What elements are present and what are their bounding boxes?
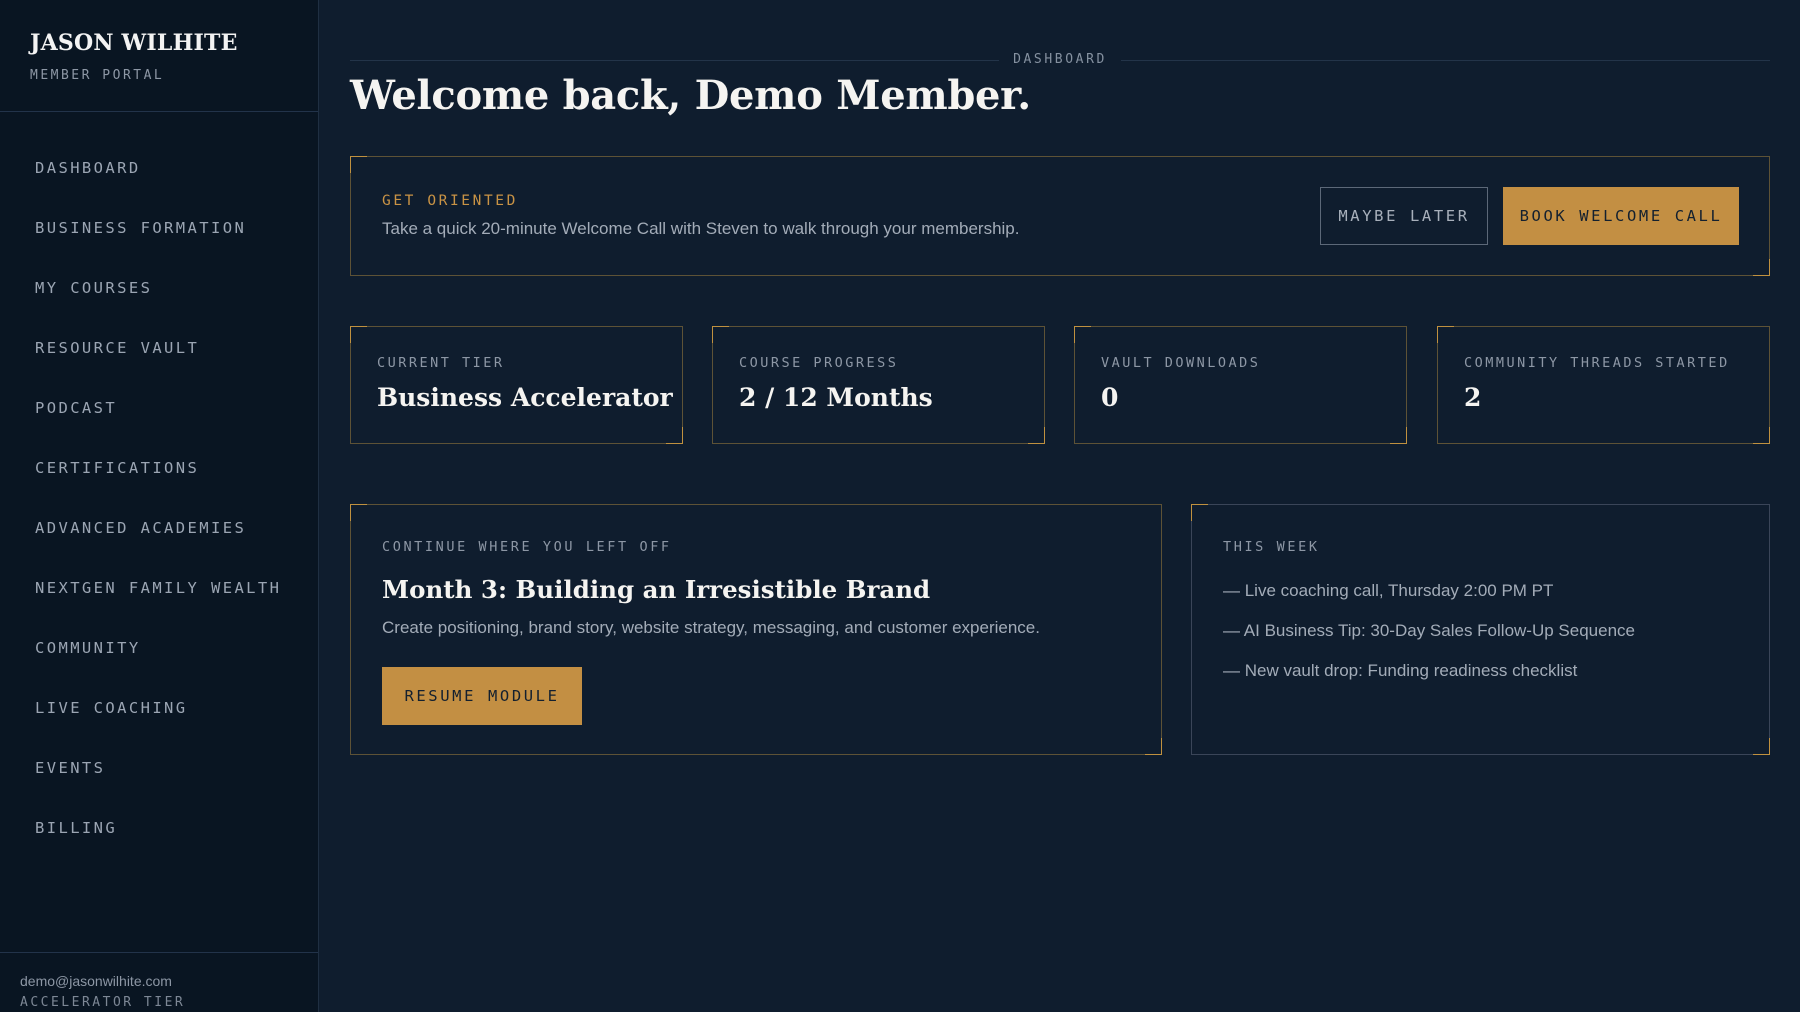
sidebar-item-billing[interactable]: BILLING [0,798,318,858]
this-week-card: THIS WEEK — Live coaching call, Thursday… [1191,504,1770,755]
stat-card-vault-downloads: VAULT DOWNLOADS 0 [1074,326,1407,444]
sidebar-item-resource-vault[interactable]: RESOURCE VAULT [0,318,318,378]
book-welcome-call-button[interactable]: BOOK WELCOME CALL [1503,187,1739,245]
sidebar-item-dashboard[interactable]: DASHBOARD [0,138,318,198]
stat-label: COMMUNITY THREADS STARTED [1464,355,1730,371]
account-tier: ACCELERATOR TIER [20,995,186,1010]
sidebar-item-live-coaching[interactable]: LIVE COACHING [0,678,318,738]
module-description: Create positioning, brand story, website… [382,618,1040,637]
module-title: Month 3: Building an Irresistible Brand [382,575,931,604]
page-title: Welcome back, Demo Member. [350,72,1031,119]
sidebar-item-advanced-academies[interactable]: ADVANCED ACADEMIES [0,498,318,558]
sidebar-item-my-courses[interactable]: MY COURSES [0,258,318,318]
continue-label: CONTINUE WHERE YOU LEFT OFF [382,539,672,555]
list-item: — Live coaching call, Thursday 2:00 PM P… [1223,581,1554,600]
stat-card-community-threads: COMMUNITY THREADS STARTED 2 [1437,326,1770,444]
sidebar-nav: DASHBOARD BUSINESS FORMATION MY COURSES … [0,112,318,858]
sidebar-item-nextgen-family-wealth[interactable]: NEXTGEN FAMILY WEALTH [0,558,318,618]
sidebar-item-certifications[interactable]: CERTIFICATIONS [0,438,318,498]
maybe-later-button[interactable]: MAYBE LATER [1320,187,1488,245]
stat-label: VAULT DOWNLOADS [1101,355,1261,371]
section-header: DASHBOARD [350,50,1770,70]
stat-value: 2 / 12 Months [739,383,933,412]
stat-value: 2 [1464,383,1482,412]
this-week-list: — Live coaching call, Thursday 2:00 PM P… [1223,571,1769,691]
sidebar-item-community[interactable]: COMMUNITY [0,618,318,678]
sidebar-item-events[interactable]: EVENTS [0,738,318,798]
stat-label: COURSE PROGRESS [739,355,899,371]
main-content: DASHBOARD Welcome back, Demo Member. GET… [350,0,1770,755]
brand-name: JASON WILHITE [30,30,238,56]
brand: JASON WILHITE MEMBER PORTAL [0,0,318,112]
stat-label: CURRENT TIER [377,355,505,371]
account-summary: demo@jasonwilhite.com ACCELERATOR TIER [0,952,318,1012]
resume-module-button[interactable]: RESUME MODULE [382,667,582,725]
sidebar-item-podcast[interactable]: PODCAST [0,378,318,438]
stat-value: Business Accelerator [377,383,673,412]
section-label: DASHBOARD [999,52,1121,67]
stat-card-current-tier: CURRENT TIER Business Accelerator [350,326,683,444]
list-item: — New vault drop: Funding readiness chec… [1223,661,1578,680]
stat-value: 0 [1101,383,1119,412]
sidebar: JASON WILHITE MEMBER PORTAL DASHBOARD BU… [0,0,319,1012]
list-item: — AI Business Tip: 30-Day Sales Follow-U… [1223,621,1635,640]
brand-subtitle: MEMBER PORTAL [30,68,165,83]
orientation-banner: GET ORIENTED Take a quick 20-minute Welc… [350,156,1770,276]
this-week-label: THIS WEEK [1223,539,1320,555]
account-email: demo@jasonwilhite.com [20,973,172,989]
continue-card: CONTINUE WHERE YOU LEFT OFF Month 3: Bui… [350,504,1162,755]
stat-card-course-progress: COURSE PROGRESS 2 / 12 Months [712,326,1045,444]
sidebar-item-business-formation[interactable]: BUSINESS FORMATION [0,198,318,258]
